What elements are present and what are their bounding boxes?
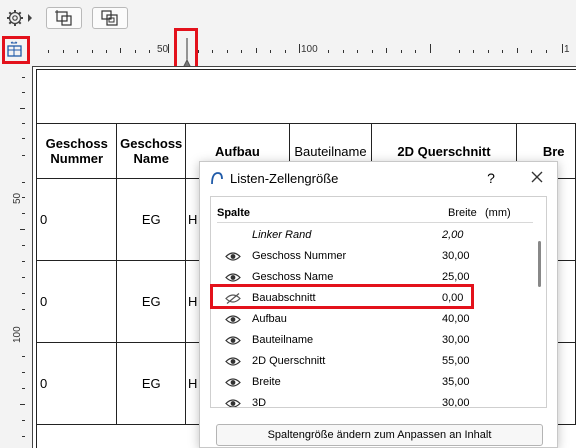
eye-icon[interactable]: [225, 377, 241, 388]
list-item-breite[interactable]: Breite 35,00: [217, 372, 537, 393]
vertical-ruler: 50 100: [8, 68, 28, 448]
header-geschoss-nummer[interactable]: Geschoss Nummer: [35, 123, 118, 179]
fit-table-icon: [55, 10, 72, 26]
column-name: Geschoss Nummer: [252, 250, 347, 262]
dialog-help-button[interactable]: ?: [484, 170, 498, 186]
column-name: Geschoss Name: [252, 271, 334, 283]
column-name: 3D: [252, 397, 267, 408]
column-header-spalte: Spalte: [217, 207, 251, 219]
dialog-title: Listen-Zellengröße: [230, 171, 339, 186]
cell-nummer[interactable]: 0: [35, 178, 118, 261]
column-name: Aufbau: [252, 313, 287, 325]
fit-table-button[interactable]: [46, 7, 82, 29]
dialog-titlebar[interactable]: Listen-Zellengröße ?: [200, 162, 557, 194]
dropdown-arrow-icon: [28, 14, 32, 22]
column-width-value[interactable]: 40,00: [442, 313, 470, 325]
top-toolbar: [0, 0, 576, 36]
eye-icon[interactable]: [225, 335, 241, 346]
cell-name[interactable]: EG: [116, 260, 186, 343]
vruler-label-50: 50: [12, 192, 23, 204]
eye-icon[interactable]: [225, 251, 241, 262]
settings-gear-icon: [7, 10, 23, 26]
column-width-tool-highlight: [2, 36, 30, 64]
column-width-value[interactable]: 55,00: [442, 355, 470, 367]
column-name: Breite: [252, 376, 281, 388]
column-width-value[interactable]: 30,00: [442, 397, 470, 407]
ruler-label-150: 1: [564, 44, 570, 55]
list-item-3d[interactable]: 3D 30,00: [217, 393, 537, 408]
eye-icon[interactable]: [225, 356, 241, 367]
fit-cells-icon: [101, 10, 118, 26]
column-name: 2D Querschnitt: [252, 355, 326, 367]
column-width-value[interactable]: 35,00: [442, 376, 470, 388]
column-width-value[interactable]: 25,00: [442, 271, 470, 283]
bauabschnitt-row-highlight: [210, 284, 474, 309]
list-item-2d-querschnitt[interactable]: 2D Querschnitt 55,00: [217, 351, 537, 372]
list-item-aufbau[interactable]: Aufbau 40,00: [217, 309, 537, 330]
list-item-linker-rand[interactable]: Linker Rand 2,00: [217, 225, 537, 246]
eye-icon[interactable]: [225, 272, 241, 283]
column-header-breite: Breite: [448, 207, 477, 219]
list-item-geschoss-nummer[interactable]: Geschoss Nummer 30,00: [217, 246, 537, 267]
column-header-unit: (mm): [485, 207, 511, 219]
cell-nummer[interactable]: 0: [35, 260, 118, 343]
ruler-label-50: 50: [157, 44, 169, 55]
ruler-label-100: 100: [301, 44, 318, 55]
column-width-value[interactable]: 30,00: [442, 250, 470, 262]
fit-columns-to-content-button[interactable]: Spaltengröße ändern zum Anpassen an Inha…: [216, 424, 543, 446]
cell-name[interactable]: EG: [116, 342, 186, 425]
eye-icon[interactable]: [225, 398, 241, 408]
list-scrollbar[interactable]: [538, 241, 541, 287]
eye-icon[interactable]: [225, 314, 241, 325]
cell-nummer[interactable]: 0: [35, 342, 118, 425]
header-geschoss-name[interactable]: Geschoss Name: [116, 123, 186, 179]
close-icon[interactable]: [528, 168, 546, 186]
column-width-value[interactable]: 2,00: [442, 229, 463, 241]
list-item-bauteilname[interactable]: Bauteilname 30,00: [217, 330, 537, 351]
app-window: 50 100 1 50 100 Geschoss Nummer Geschoss…: [0, 0, 576, 448]
vruler-label-100: 100: [12, 326, 23, 343]
column-name: Linker Rand: [252, 229, 312, 241]
vertical-ruler-ticks: 50 100: [12, 77, 25, 437]
horizontal-ruler: 50 100 1: [32, 36, 576, 68]
cell-name[interactable]: EG: [116, 178, 186, 261]
column-width-value[interactable]: 30,00: [442, 334, 470, 346]
fit-cells-button[interactable]: [92, 7, 128, 29]
settings-menu-button[interactable]: [6, 8, 34, 28]
horizontal-ruler-ticks: 50 100 1: [48, 38, 570, 68]
app-logo-icon: [211, 172, 223, 185]
column-name: Bauteilname: [252, 334, 314, 346]
